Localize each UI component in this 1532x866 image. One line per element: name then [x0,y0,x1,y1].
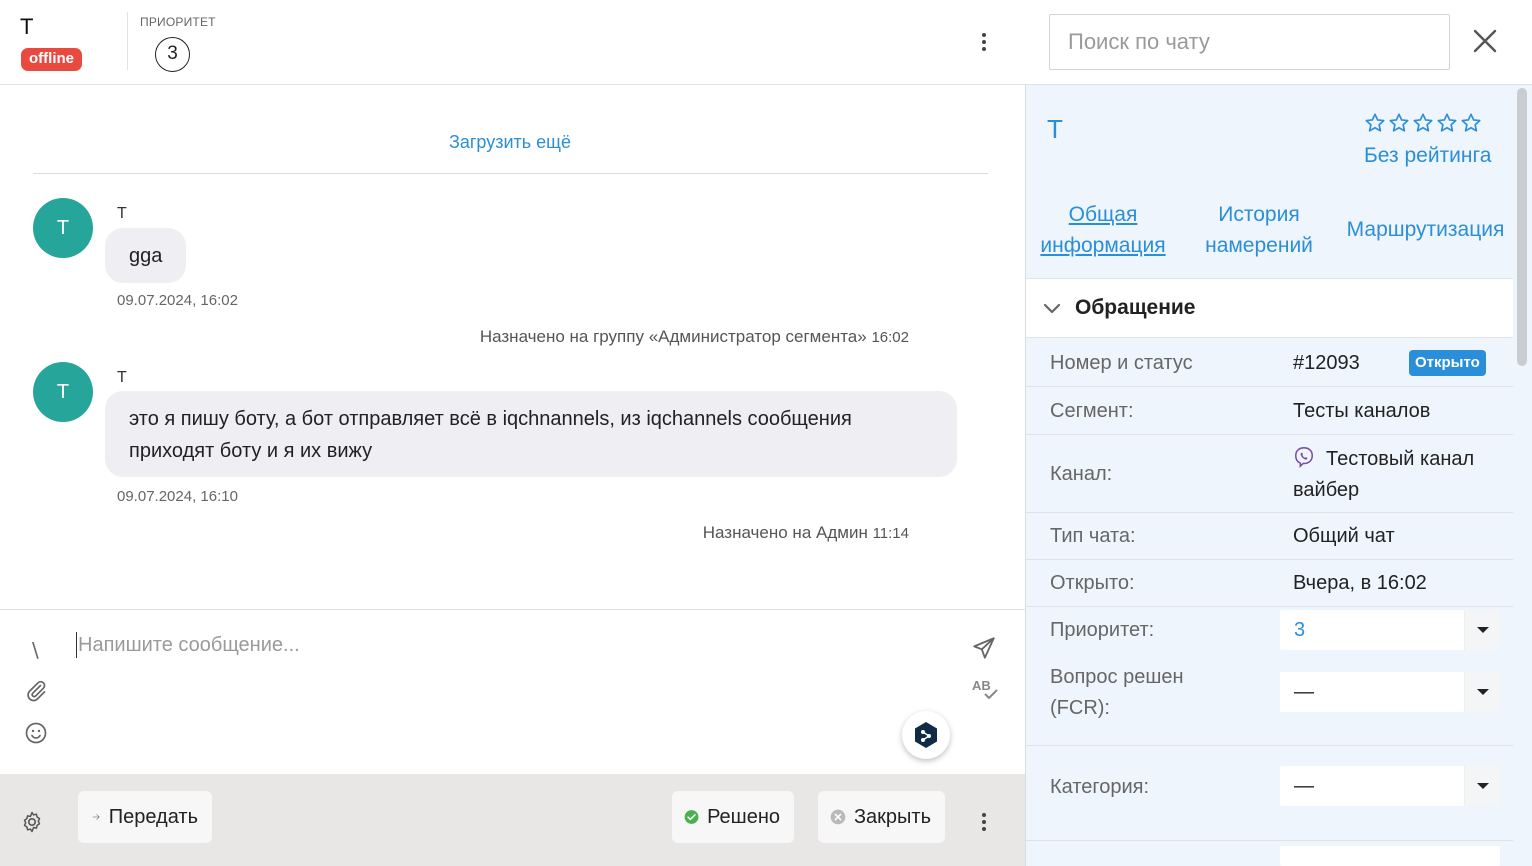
close-chat-label: Закрыть [853,805,931,828]
chat-header [0,0,1025,85]
avatar: Т [33,362,93,422]
send-icon[interactable] [971,635,997,666]
arrow-right-icon [92,814,100,820]
system-note: Назначено на группу «Администратор сегме… [480,327,909,347]
tab-intent-history[interactable]: История намерений [1197,199,1321,261]
star-icon[interactable] [1436,112,1458,134]
tab-label: информация [1040,234,1166,257]
chat-search-input[interactable] [1049,14,1450,70]
message-time: 09.07.2024, 16:10 [117,488,238,505]
section-title: Обращение [1075,296,1196,319]
text-caret [76,632,77,658]
chat-type-value: Общий чат [1293,525,1395,547]
divider [1026,745,1513,746]
field-label: Открыто: [1050,572,1135,594]
message-sender: Т [117,369,127,386]
message-sender: Т [117,205,127,222]
scrollbar-thumb[interactable] [1517,88,1527,366]
quick-reply-shortcut[interactable]: \ [32,638,39,662]
priority-select[interactable]: 3 [1280,610,1500,650]
emoji-icon[interactable] [24,721,48,750]
rating-label: Без рейтинга [1364,144,1492,167]
status-badge: offline [21,48,82,71]
divider [1026,840,1513,841]
message-time: 09.07.2024, 16:02 [117,292,238,309]
message-text-line: приходят боту и я их вижу [129,440,373,462]
tab-label: История [1218,203,1300,226]
star-icon[interactable] [1364,112,1386,134]
fcr-select-value: — [1294,681,1314,703]
message-bubble: это я пишу боту, а бот отправляет всё в … [105,391,957,477]
tab-general-info[interactable]: Общая информация [1038,199,1168,261]
close-circle-icon [830,809,846,825]
header-divider [127,12,128,70]
field-label: Приоритет: [1050,619,1155,641]
message-text: gga [129,245,163,267]
tab-routing[interactable]: Маршрутизация [1343,214,1508,245]
field-label: Категория: [1050,776,1150,798]
contact-name: Т [20,14,34,39]
priority-select-value: 3 [1294,619,1306,641]
translate-button[interactable] [902,711,950,759]
rating-stars[interactable] [1364,112,1482,134]
paperclip-icon[interactable] [24,679,48,708]
transfer-button[interactable]: Передать [78,791,212,843]
field-label: Вопрос решен [1050,666,1184,688]
system-note-time: 16:02 [871,329,909,346]
category-select-value: — [1294,775,1314,797]
spellcheck-icon[interactable]: AB [972,678,998,699]
close-icon[interactable] [1470,26,1500,56]
ticket-number: #12093 [1293,352,1360,374]
channel-value[interactable]: Тестовый канал [1326,444,1474,474]
field-label: Номер и статус [1050,352,1193,374]
system-note: Назначено на Админ 11:14 [703,523,909,543]
field-label: Сегмент: [1050,400,1134,422]
check-circle-icon [684,810,699,824]
field-label: Тип чата: [1050,525,1136,547]
fcr-select[interactable]: — [1280,672,1500,712]
star-icon[interactable] [1460,112,1482,134]
field-label: (FCR): [1050,697,1110,719]
message-input[interactable] [78,628,938,662]
category-select[interactable]: — [1280,766,1500,806]
chat-pane: Т offline ПРИОРИТЕТ 3 Загрузить ещё Т Т … [0,0,1025,866]
transfer-label: Передать [108,805,198,828]
chevron-down-icon[interactable] [1042,299,1062,324]
message-text-line: это я пишу боту, а бот отправляет всё в … [129,408,852,430]
tab-label: намерений [1205,234,1313,257]
dropdown-arrow-icon[interactable] [1464,766,1500,806]
avatar: Т [33,198,93,258]
star-icon[interactable] [1388,112,1410,134]
dropdown-arrow-icon[interactable] [1464,610,1500,650]
more-options-icon[interactable] [972,808,996,836]
more-options-icon[interactable] [972,28,996,56]
system-note-time: 11:14 [872,525,909,542]
resolved-label: Решено [707,805,780,828]
gear-icon[interactable] [20,810,44,839]
status-chip: Открыто [1409,350,1486,376]
profile-name: Т [1047,114,1063,144]
field-label: Канал: [1050,463,1113,485]
priority-value[interactable]: 3 [155,37,190,72]
dropdown-arrow-icon[interactable] [1464,672,1500,712]
opened-value: Вчера, в 16:02 [1293,572,1427,594]
close-chat-button[interactable]: Закрыть [818,791,945,843]
viber-icon [1293,446,1315,473]
message-bubble: gga [105,228,187,283]
resolved-button[interactable]: Решено [672,791,794,843]
star-icon[interactable] [1412,112,1434,134]
segment-value: Тесты каналов [1293,400,1431,422]
tab-label: Маршрутизация [1346,218,1505,241]
load-more-link[interactable]: Загрузить ещё [0,132,1020,153]
tab-label: Общая [1068,203,1138,226]
divider [33,173,988,174]
system-note-text: Назначено на Админ [702,523,868,542]
priority-label: ПРИОРИТЕТ [140,15,216,29]
next-field-select[interactable] [1280,846,1500,866]
channel-value[interactable]: вайбер [1293,475,1359,505]
system-note-text: Назначено на группу «Администратор сегме… [479,327,867,346]
deepl-icon [915,722,937,748]
